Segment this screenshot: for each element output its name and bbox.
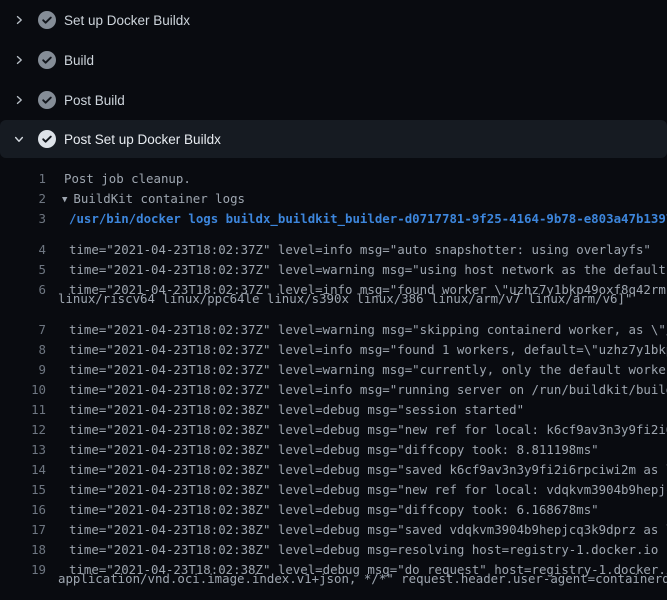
line-number[interactable]: 3 [0, 209, 46, 229]
log-text: time="2021-04-23T18:02:38Z" level=debug … [46, 440, 599, 449]
line-number[interactable]: 2 [0, 189, 46, 209]
log-text[interactable]: ▼BuildKit container logs [46, 189, 245, 209]
log-line: application/vnd.oci.image.index.v1+json,… [0, 569, 667, 589]
chevron-right-icon [12, 92, 26, 108]
line-number[interactable]: 15 [0, 480, 46, 489]
log-text: linux/riscv64 linux/ppc64le linux/s390x … [46, 289, 632, 309]
step-label: Post Set up Docker Buildx [64, 132, 221, 147]
log-text: time="2021-04-23T18:02:37Z" level=warnin… [46, 260, 667, 269]
log-text: time="2021-04-23T18:02:38Z" level=debug … [46, 500, 599, 509]
log-text: time="2021-04-23T18:02:38Z" level=debug … [46, 400, 524, 409]
log-text: time="2021-04-23T18:02:38Z" level=debug … [46, 460, 667, 469]
line-number[interactable]: 13 [0, 440, 46, 449]
check-circle-icon [38, 130, 56, 148]
line-number[interactable]: 10 [0, 380, 46, 389]
log-text: time="2021-04-23T18:02:38Z" level=debug … [46, 420, 667, 429]
line-number[interactable]: 12 [0, 420, 46, 429]
line-number[interactable]: 8 [0, 340, 46, 349]
log-line: 2▼BuildKit container logs [0, 189, 667, 209]
log-text: time="2021-04-23T18:02:38Z" level=debug … [46, 480, 667, 489]
chevron-down-icon [12, 131, 26, 147]
line-number[interactable]: 9 [0, 360, 46, 369]
log-viewer: 1Post job cleanup.2▼BuildKit container l… [0, 158, 667, 600]
log-line: 7time="2021-04-23T18:02:37Z" level=warni… [0, 309, 667, 329]
line-number[interactable]: 5 [0, 260, 46, 269]
log-text: time="2021-04-23T18:02:37Z" level=warnin… [46, 320, 667, 329]
step-row-set-up-docker-buildx[interactable]: Set up Docker Buildx [0, 0, 667, 40]
line-number[interactable]: 4 [0, 240, 46, 249]
group-toggle-icon[interactable]: ▼ [62, 190, 67, 210]
log-text: time="2021-04-23T18:02:37Z" level=info m… [46, 240, 651, 249]
step-label: Set up Docker Buildx [64, 13, 190, 28]
line-number[interactable]: 7 [0, 320, 46, 329]
log-command-text: /usr/bin/docker logs buildx_buildkit_bui… [46, 209, 667, 229]
step-label: Post Build [64, 93, 125, 108]
line-number[interactable]: 16 [0, 500, 46, 509]
log-line: linux/riscv64 linux/ppc64le linux/s390x … [0, 289, 667, 309]
line-number[interactable]: 19 [0, 560, 46, 569]
chevron-right-icon [12, 12, 26, 28]
check-circle-icon [38, 91, 56, 109]
step-row-post-set-up-docker-buildx[interactable]: Post Set up Docker Buildx [0, 120, 667, 158]
line-number[interactable]: 11 [0, 400, 46, 409]
log-text: Post job cleanup. [46, 169, 191, 189]
log-line: 20time="2021-04-23T18:02:38Z" level=debu… [0, 589, 667, 600]
step-row-post-build[interactable]: Post Build [0, 80, 667, 120]
log-line: 3/usr/bin/docker logs buildx_buildkit_bu… [0, 209, 667, 229]
log-text: time="2021-04-23T18:02:37Z" level=info m… [46, 340, 667, 349]
line-number[interactable]: 14 [0, 460, 46, 469]
step-label: Build [64, 53, 94, 68]
log-text: time="2021-04-23T18:02:37Z" level=warnin… [46, 360, 667, 369]
line-number[interactable]: 1 [0, 169, 46, 189]
line-number[interactable]: 17 [0, 520, 46, 529]
log-text: time="2021-04-23T18:02:38Z" level=debug … [46, 520, 667, 529]
log-text: application/vnd.oci.image.index.v1+json,… [46, 569, 667, 589]
step-list: Set up Docker Buildx Build Post Build Po… [0, 0, 667, 158]
log-line: 4time="2021-04-23T18:02:37Z" level=info … [0, 229, 667, 249]
line-number [0, 569, 46, 589]
line-number [0, 289, 46, 309]
log-line: 1Post job cleanup. [0, 169, 667, 189]
log-text: time="2021-04-23T18:02:38Z" level=debug … [46, 560, 667, 569]
step-row-build[interactable]: Build [0, 40, 667, 80]
check-circle-icon [38, 51, 56, 69]
log-text: time="2021-04-23T18:02:37Z" level=info m… [46, 280, 667, 289]
log-text: time="2021-04-23T18:02:37Z" level=info m… [46, 380, 667, 389]
line-number[interactable]: 6 [0, 280, 46, 289]
line-number[interactable]: 18 [0, 540, 46, 549]
log-text: time="2021-04-23T18:02:38Z" level=debug … [46, 540, 658, 549]
check-circle-icon [38, 11, 56, 29]
chevron-right-icon [12, 52, 26, 68]
